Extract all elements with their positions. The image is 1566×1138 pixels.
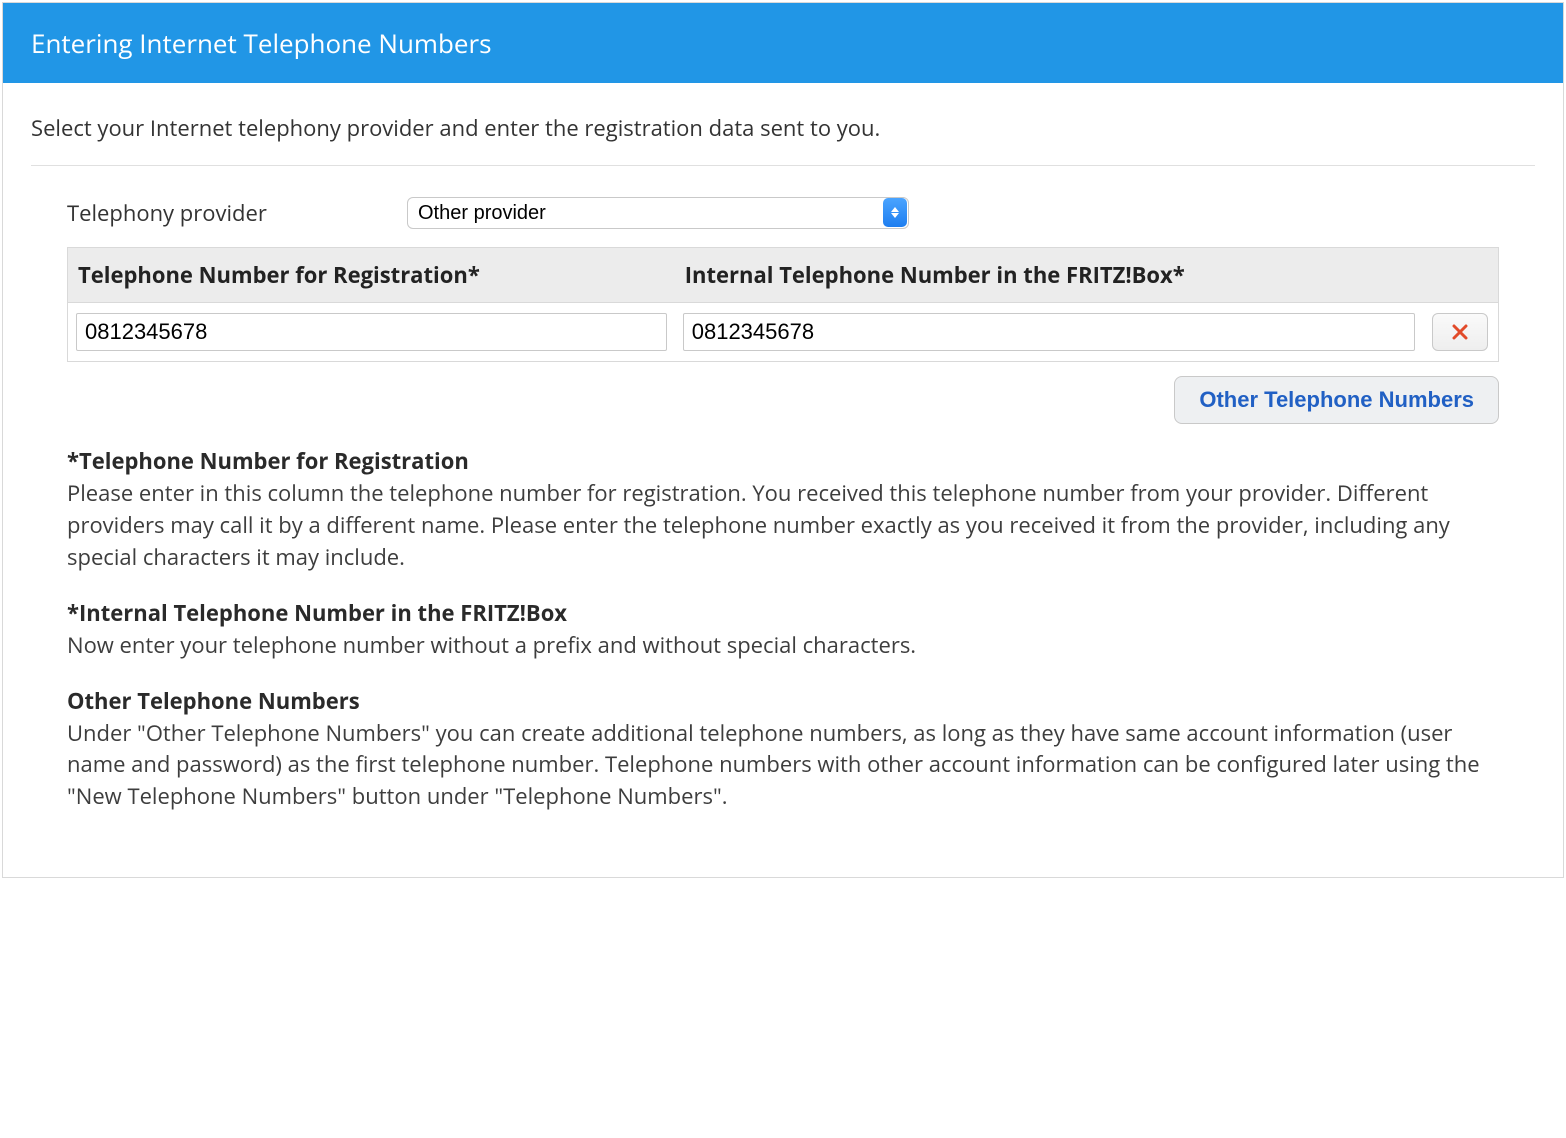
config-panel: Entering Internet Telephone Numbers Sele… <box>2 2 1564 878</box>
close-icon <box>1452 324 1468 340</box>
help-internal-text: Now enter your telephone number without … <box>67 630 1499 662</box>
help-internal-title: *Internal Telephone Number in the FRITZ!… <box>67 598 1499 628</box>
help-other-title: Other Telephone Numbers <box>67 686 1499 716</box>
table-header-row: Telephone Number for Registration* Inter… <box>68 248 1499 303</box>
divider <box>31 165 1535 166</box>
intro-text: Select your Internet telephony provider … <box>31 113 1535 143</box>
provider-row: Telephony provider Other provider <box>67 196 1499 229</box>
registration-number-input[interactable] <box>76 313 667 351</box>
col-registration: Telephone Number for Registration* <box>68 248 675 303</box>
internal-number-input[interactable] <box>683 313 1415 351</box>
help-registration-title: *Telephone Number for Registration <box>67 446 1499 476</box>
other-telephone-numbers-button[interactable]: Other Telephone Numbers <box>1174 376 1499 424</box>
delete-row-button[interactable] <box>1432 313 1488 351</box>
provider-label: Telephony provider <box>67 198 407 228</box>
actions-row: Other Telephone Numbers <box>67 376 1499 424</box>
panel-title: Entering Internet Telephone Numbers <box>3 3 1563 83</box>
help-internal: *Internal Telephone Number in the FRITZ!… <box>67 598 1499 662</box>
provider-select[interactable]: Other provider <box>407 197 909 229</box>
numbers-table: Telephone Number for Registration* Inter… <box>67 247 1499 362</box>
provider-select-wrap: Other provider <box>407 196 909 229</box>
help-other-text: Under "Other Telephone Numbers" you can … <box>67 718 1499 814</box>
col-actions <box>1423 248 1499 303</box>
panel-body: Select your Internet telephony provider … <box>3 83 1563 877</box>
help-registration: *Telephone Number for Registration Pleas… <box>67 446 1499 574</box>
help-registration-text: Please enter in this column the telephon… <box>67 478 1499 574</box>
col-internal: Internal Telephone Number in the FRITZ!B… <box>675 248 1423 303</box>
table-row <box>68 303 1499 362</box>
help-other: Other Telephone Numbers Under "Other Tel… <box>67 686 1499 814</box>
form-section: Telephony provider Other provider Teleph… <box>31 196 1535 813</box>
